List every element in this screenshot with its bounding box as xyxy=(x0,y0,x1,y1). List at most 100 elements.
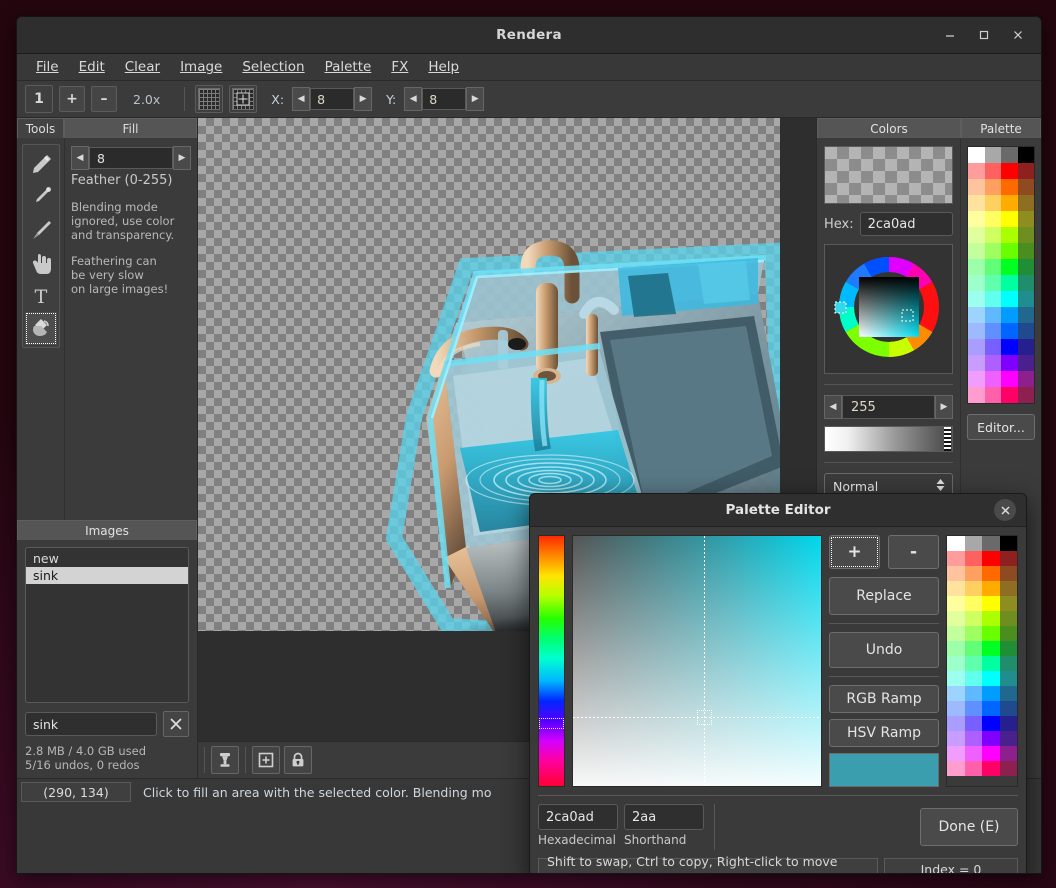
grid-y-decrement[interactable]: ◀ xyxy=(404,87,422,111)
palette-swatch[interactable] xyxy=(1000,536,1018,551)
palette-swatch[interactable] xyxy=(982,596,1000,611)
palette-swatch[interactable] xyxy=(985,163,1002,179)
palette-swatch[interactable] xyxy=(947,566,965,581)
fill-tool[interactable] xyxy=(25,312,57,345)
done-button[interactable]: Done (E) xyxy=(920,808,1018,846)
palette-swatch[interactable] xyxy=(965,656,983,671)
minimize-button[interactable] xyxy=(933,20,967,50)
palette-swatch[interactable] xyxy=(965,611,983,626)
palette-swatch[interactable] xyxy=(982,641,1000,656)
hue-strip[interactable] xyxy=(538,535,565,787)
current-color-swatch[interactable] xyxy=(824,146,953,204)
palette-swatch[interactable] xyxy=(982,716,1000,731)
palette-swatch[interactable] xyxy=(947,596,965,611)
palette-swatch[interactable] xyxy=(965,551,983,566)
palette-swatch[interactable] xyxy=(968,323,985,339)
palette-swatch[interactable] xyxy=(1000,626,1018,641)
dialog-palette-grid[interactable] xyxy=(946,535,1018,787)
grid-x-value[interactable]: 8 xyxy=(310,88,354,110)
hex-input[interactable]: 2ca0ad xyxy=(860,212,953,236)
palette-swatch[interactable] xyxy=(1018,179,1035,195)
rgb-ramp-button[interactable]: RGB Ramp xyxy=(829,685,939,713)
alpha-value[interactable]: 255 xyxy=(842,395,935,419)
palette-swatch[interactable] xyxy=(965,761,983,776)
palette-swatch[interactable] xyxy=(982,611,1000,626)
palette-swatch[interactable] xyxy=(982,701,1000,716)
menu-file[interactable]: File xyxy=(27,56,68,78)
palette-swatch[interactable] xyxy=(965,626,983,641)
palette-swatch[interactable] xyxy=(965,641,983,656)
maximize-button[interactable] xyxy=(967,20,1001,50)
palette-swatch[interactable] xyxy=(968,195,985,211)
palette-swatch[interactable] xyxy=(1018,371,1035,387)
hue-cursor[interactable] xyxy=(539,718,564,729)
palette-swatch[interactable] xyxy=(985,387,1002,403)
palette-swatch[interactable] xyxy=(1001,339,1018,355)
palette-swatch[interactable] xyxy=(968,227,985,243)
layer-number-button[interactable]: 1 xyxy=(25,85,53,113)
add-layer-button[interactable] xyxy=(252,746,280,774)
palette-swatch[interactable] xyxy=(947,581,965,596)
clone-stamp-button[interactable] xyxy=(211,746,239,774)
dialog-close-button[interactable] xyxy=(994,499,1016,521)
palette-swatch[interactable] xyxy=(985,291,1002,307)
palette-swatch[interactable] xyxy=(985,307,1002,323)
palette-swatch[interactable] xyxy=(965,536,983,551)
zoom-in-button[interactable]: + xyxy=(59,86,85,112)
brush-tool[interactable] xyxy=(25,147,57,180)
alpha-increment[interactable]: ▶ xyxy=(935,395,953,419)
palette-swatch[interactable] xyxy=(947,641,965,656)
palette-swatch[interactable] xyxy=(968,275,985,291)
palette-swatch[interactable] xyxy=(1018,387,1035,403)
palette-swatch[interactable] xyxy=(1001,291,1018,307)
palette-swatch[interactable] xyxy=(1001,243,1018,259)
palette-swatch[interactable] xyxy=(968,371,985,387)
palette-swatch[interactable] xyxy=(985,355,1002,371)
palette-swatch[interactable] xyxy=(1001,179,1018,195)
palette-swatch[interactable] xyxy=(982,761,1000,776)
grid-x-increment[interactable]: ▶ xyxy=(354,87,372,111)
alpha-stepper[interactable]: ◀ 255 ▶ xyxy=(824,395,953,419)
palette-swatch[interactable] xyxy=(1001,163,1018,179)
tab-fill[interactable]: Fill xyxy=(64,118,197,138)
palette-grid[interactable] xyxy=(967,146,1035,404)
palette-swatch[interactable] xyxy=(982,686,1000,701)
color-wheel-box[interactable] xyxy=(824,244,953,374)
palette-swatch[interactable] xyxy=(1018,275,1035,291)
palette-swatch[interactable] xyxy=(1018,147,1035,163)
palette-swatch[interactable] xyxy=(968,291,985,307)
menu-help[interactable]: Help xyxy=(419,56,468,78)
menu-selection[interactable]: Selection xyxy=(233,56,313,78)
palette-swatch[interactable] xyxy=(1001,387,1018,403)
menu-image[interactable]: Image xyxy=(171,56,231,78)
list-item[interactable]: sink xyxy=(26,567,188,584)
palette-swatch[interactable] xyxy=(968,243,985,259)
picker-tool[interactable] xyxy=(25,180,57,213)
hsv-ramp-button[interactable]: HSV Ramp xyxy=(829,719,939,747)
palette-swatch[interactable] xyxy=(968,147,985,163)
grid-snap-button[interactable] xyxy=(229,85,257,113)
palette-swatch[interactable] xyxy=(1000,716,1018,731)
palette-swatch[interactable] xyxy=(1001,147,1018,163)
palette-swatch[interactable] xyxy=(965,746,983,761)
shorthand-input[interactable]: 2aa xyxy=(624,804,704,830)
palette-swatch[interactable] xyxy=(1000,686,1018,701)
grid-y-increment[interactable]: ▶ xyxy=(466,87,484,111)
palette-swatch[interactable] xyxy=(1001,323,1018,339)
list-item[interactable]: new xyxy=(26,550,188,567)
palette-swatch[interactable] xyxy=(1018,323,1035,339)
palette-swatch[interactable] xyxy=(982,731,1000,746)
palette-swatch[interactable] xyxy=(1000,566,1018,581)
palette-swatch[interactable] xyxy=(1000,671,1018,686)
alpha-decrement[interactable]: ◀ xyxy=(824,395,842,419)
zoom-out-button[interactable]: – xyxy=(91,86,117,112)
alpha-slider-handle[interactable] xyxy=(944,427,951,451)
palette-swatch[interactable] xyxy=(947,656,965,671)
saturation-value-area[interactable] xyxy=(572,535,822,787)
palette-swatch[interactable] xyxy=(1018,355,1035,371)
palette-swatch[interactable] xyxy=(985,275,1002,291)
palette-swatch[interactable] xyxy=(982,746,1000,761)
palette-swatch[interactable] xyxy=(968,387,985,403)
palette-swatch[interactable] xyxy=(1018,339,1035,355)
palette-swatch[interactable] xyxy=(1001,227,1018,243)
